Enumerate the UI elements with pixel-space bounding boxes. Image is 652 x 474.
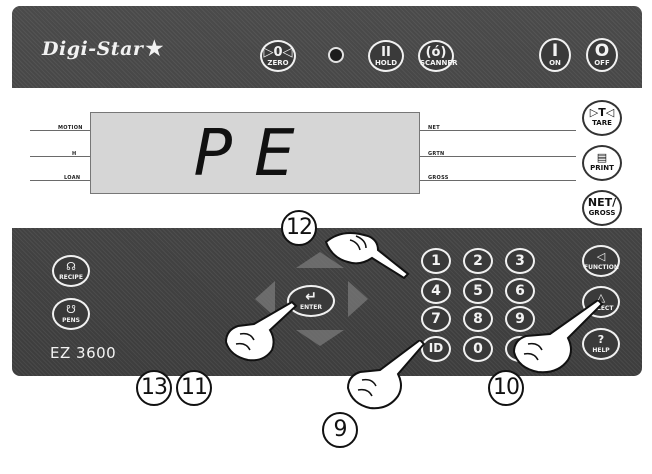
power-off-icon: O <box>594 41 610 61</box>
brand-name: Digi-Star <box>42 38 144 60</box>
hold-icon: II <box>381 45 391 60</box>
printer-icon: ▤ <box>596 151 608 164</box>
callout-10: 10 <box>488 370 524 406</box>
recipe-label: RECIPE <box>59 274 83 281</box>
tare-icon: ▷T◁ <box>589 106 615 119</box>
h-label: H <box>72 151 77 157</box>
zero-icon: ▷0◁ <box>263 45 293 60</box>
callout-11: 11 <box>176 370 212 406</box>
key-7[interactable]: 7 <box>421 306 451 332</box>
key-2-label: 2 <box>473 253 483 269</box>
key-8[interactable]: 8 <box>463 306 493 332</box>
key-3-label: 3 <box>515 253 525 269</box>
brand-logo: Digi-Star ★ <box>42 36 164 60</box>
pens-icon: ☋ <box>66 303 76 316</box>
key-5[interactable]: 5 <box>463 278 493 304</box>
print-label: PRINT <box>590 164 614 172</box>
off-button[interactable]: O OFF <box>586 38 618 72</box>
star-icon: ★ <box>145 36 164 60</box>
motion-label: MOTION <box>58 125 83 131</box>
scanner-label: SCANNER <box>420 59 458 67</box>
lcd-display: PE <box>90 112 420 194</box>
pens-button[interactable]: ☋ PENS <box>52 298 90 330</box>
status-indicator-light <box>328 47 344 63</box>
callout-12: 12 <box>281 210 317 246</box>
recipe-button[interactable]: ☊ RECIPE <box>52 255 90 287</box>
function-icon: ◁ <box>596 250 606 263</box>
key-7-label: 7 <box>431 311 441 327</box>
key-2[interactable]: 2 <box>463 248 493 274</box>
callout-13: 13 <box>136 370 172 406</box>
display-readout: PE <box>193 117 317 191</box>
net-gross-button[interactable]: NET/ GROSS <box>582 190 622 226</box>
off-label: OFF <box>594 59 610 67</box>
pointing-hand-icon <box>324 232 410 280</box>
scanner-icon: (ó) <box>425 45 447 60</box>
callout-9: 9 <box>322 412 358 448</box>
key-0-label: 0 <box>473 341 483 357</box>
net-label: NET <box>428 125 440 131</box>
down-arrow-button[interactable] <box>296 330 344 346</box>
key-0[interactable]: 0 <box>463 336 493 362</box>
key-4[interactable]: 4 <box>421 278 451 304</box>
on-label: ON <box>549 59 561 67</box>
net-gross-symbol: NET/ <box>587 196 617 209</box>
scanner-button[interactable]: (ó) SCANNER <box>418 40 458 72</box>
key-8-label: 8 <box>473 311 483 327</box>
key-1[interactable]: 1 <box>421 248 451 274</box>
key-5-label: 5 <box>473 283 483 299</box>
hold-button[interactable]: II HOLD <box>368 40 404 72</box>
function-button[interactable]: ◁ FUNCTION <box>582 245 620 277</box>
function-label: FUNCTION <box>584 264 619 271</box>
model-name: EZ 3600 <box>50 344 117 362</box>
zero-button[interactable]: ▷0◁ ZERO <box>260 40 296 72</box>
power-on-icon: I <box>551 41 559 61</box>
pointing-hand-icon <box>224 300 298 362</box>
right-arrow-button[interactable] <box>348 281 368 317</box>
recipe-icon: ☊ <box>66 260 76 273</box>
key-4-label: 4 <box>431 283 441 299</box>
zero-label: ZERO <box>267 59 289 67</box>
loan-label: LOAN <box>64 175 81 181</box>
gross-label: GROSS <box>428 175 449 181</box>
on-button[interactable]: I ON <box>539 38 571 72</box>
key-3[interactable]: 3 <box>505 248 535 274</box>
print-button[interactable]: ▤ PRINT <box>582 145 622 181</box>
pointing-hand-icon <box>346 340 426 410</box>
grtn-label: GRTN <box>428 151 445 157</box>
key-6-label: 6 <box>515 283 525 299</box>
tare-button[interactable]: ▷T◁ TARE <box>582 100 622 136</box>
key-1-label: 1 <box>431 253 441 269</box>
hold-label: HOLD <box>374 59 398 67</box>
pens-label: PENS <box>62 317 80 324</box>
net-gross-label: GROSS <box>588 209 616 217</box>
pointing-hand-icon <box>512 300 604 374</box>
tare-label: TARE <box>592 119 612 127</box>
